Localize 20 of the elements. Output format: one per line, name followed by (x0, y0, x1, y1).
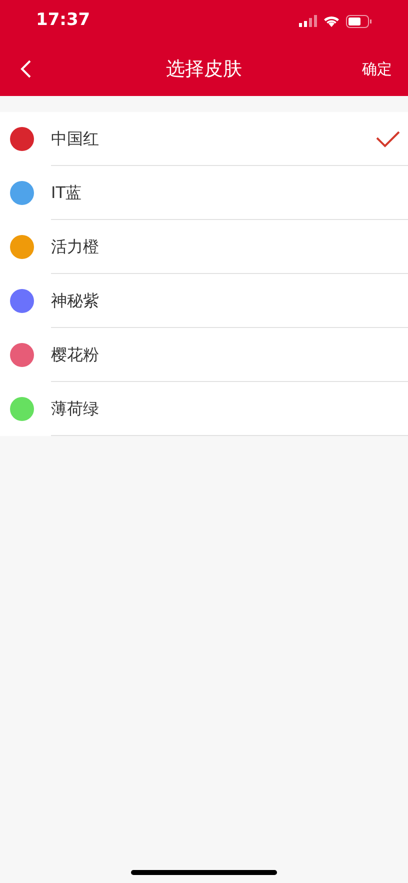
skin-name: 中国红 (51, 128, 99, 150)
skin-name: 樱花粉 (51, 344, 99, 366)
skin-option[interactable]: 活力橙 (0, 220, 408, 274)
skin-option[interactable]: IT蓝 (0, 166, 408, 220)
page-title: 选择皮肤 (166, 56, 242, 82)
skin-name: IT蓝 (51, 182, 82, 204)
battery-icon (346, 14, 372, 28)
skin-option[interactable]: 樱花粉 (0, 328, 408, 382)
signal-icon (299, 15, 317, 27)
skin-option[interactable]: 中国红 (0, 112, 408, 166)
skin-option[interactable]: 薄荷绿 (0, 382, 408, 436)
status-time: 17:37 (36, 9, 90, 32)
back-icon (20, 59, 32, 79)
skin-name: 神秘紫 (51, 290, 99, 312)
skin-name: 薄荷绿 (51, 398, 99, 420)
skin-option[interactable]: 神秘紫 (0, 274, 408, 328)
wifi-icon (323, 15, 340, 27)
confirm-button[interactable]: 确定 (362, 58, 392, 80)
skin-name: 活力橙 (51, 236, 99, 258)
check-icon (376, 130, 400, 148)
